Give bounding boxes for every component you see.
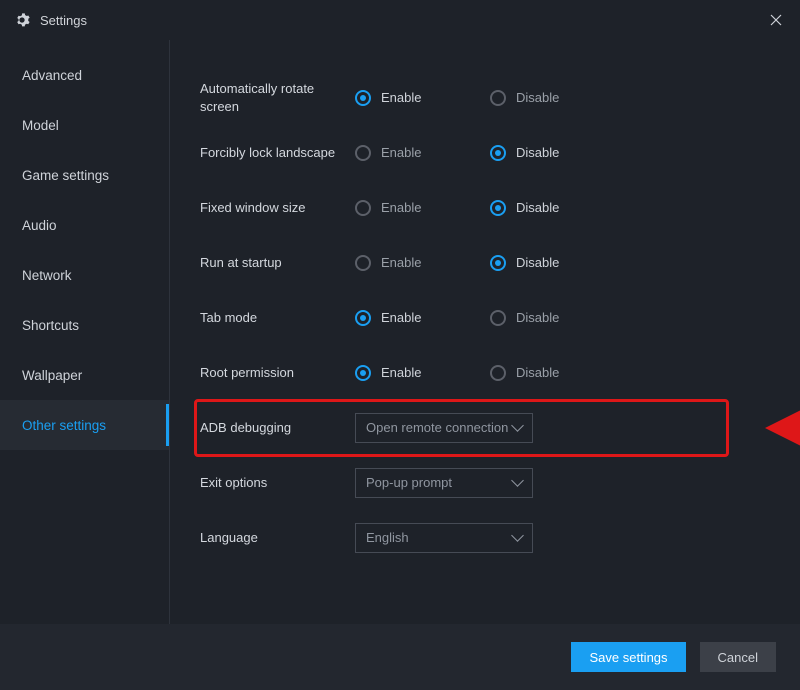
- radio-enable[interactable]: Enable: [355, 255, 450, 271]
- chevron-down-icon: [511, 419, 524, 432]
- radio-enable[interactable]: Enable: [355, 365, 450, 381]
- content: Automatically rotate screen Enable Disable…: [170, 40, 800, 624]
- radio-label: Disable: [516, 310, 559, 325]
- gear-icon: [14, 12, 30, 28]
- setting-label: Fixed window size: [200, 199, 355, 217]
- setting-label: ADB debugging: [200, 419, 355, 437]
- radio-group: Enable Disable: [355, 365, 585, 381]
- radio-label: Enable: [381, 365, 421, 380]
- radio-enable[interactable]: Enable: [355, 145, 450, 161]
- setting-row: Root permission Enable Disable: [200, 345, 770, 400]
- setting-label: Language: [200, 529, 355, 547]
- close-icon: [770, 14, 782, 26]
- radio-group: Enable Disable: [355, 90, 585, 106]
- radio-disable[interactable]: Disable: [490, 365, 585, 381]
- sidebar-shortcuts[interactable]: Shortcuts: [0, 300, 169, 350]
- radio-group: Enable Disable: [355, 310, 585, 326]
- radio-dot: [490, 365, 506, 381]
- radio-dot: [355, 200, 371, 216]
- radio-label: Enable: [381, 310, 421, 325]
- sidebar-advanced[interactable]: Advanced: [0, 50, 169, 100]
- radio-label: Enable: [381, 90, 421, 105]
- radio-label: Disable: [516, 145, 559, 160]
- radio-dot: [490, 145, 506, 161]
- setting-row: Forcibly lock landscape Enable Disable: [200, 125, 770, 180]
- sidebar-other-settings[interactable]: Other settings: [0, 400, 169, 450]
- window-title: Settings: [40, 13, 87, 28]
- setting-row: Run at startup Enable Disable: [200, 235, 770, 290]
- radio-dot: [355, 90, 371, 106]
- setting-row: Language English: [200, 510, 770, 565]
- radio-dot: [490, 255, 506, 271]
- radio-disable[interactable]: Disable: [490, 200, 585, 216]
- radio-dot: [355, 310, 371, 326]
- setting-row: ADB debugging Open remote connection: [200, 400, 770, 455]
- radio-dot: [490, 200, 506, 216]
- dropdown[interactable]: English: [355, 523, 533, 553]
- radio-disable[interactable]: Disable: [490, 90, 585, 106]
- setting-row: Exit options Pop-up prompt: [200, 455, 770, 510]
- setting-label: Forcibly lock landscape: [200, 144, 355, 162]
- radio-group: Enable Disable: [355, 145, 585, 161]
- setting-label: Exit options: [200, 474, 355, 492]
- radio-enable[interactable]: Enable: [355, 200, 450, 216]
- titlebar: Settings: [0, 0, 800, 40]
- chevron-down-icon: [511, 474, 524, 487]
- radio-dot: [355, 365, 371, 381]
- radio-group: Enable Disable: [355, 200, 585, 216]
- setting-row: Tab mode Enable Disable: [200, 290, 770, 345]
- dropdown[interactable]: Pop-up prompt: [355, 468, 533, 498]
- radio-disable[interactable]: Disable: [490, 145, 585, 161]
- radio-label: Disable: [516, 90, 559, 105]
- dropdown-value: Open remote connection: [366, 420, 508, 435]
- radio-label: Disable: [516, 200, 559, 215]
- sidebar-game-settings[interactable]: Game settings: [0, 150, 169, 200]
- setting-row: Fixed window size Enable Disable: [200, 180, 770, 235]
- chevron-down-icon: [511, 529, 524, 542]
- setting-label: Run at startup: [200, 254, 355, 272]
- radio-enable[interactable]: Enable: [355, 90, 450, 106]
- setting-label: Automatically rotate screen: [200, 80, 355, 115]
- radio-label: Enable: [381, 200, 421, 215]
- sidebar: AdvancedModelGame settingsAudioNetworkSh…: [0, 40, 170, 624]
- radio-dot: [490, 90, 506, 106]
- setting-row: Automatically rotate screen Enable Disable: [200, 70, 770, 125]
- dropdown-value: Pop-up prompt: [366, 475, 452, 490]
- radio-label: Disable: [516, 365, 559, 380]
- radio-group: Enable Disable: [355, 255, 585, 271]
- radio-dot: [355, 255, 371, 271]
- save-button[interactable]: Save settings: [571, 642, 685, 672]
- radio-label: Enable: [381, 145, 421, 160]
- radio-label: Disable: [516, 255, 559, 270]
- close-button[interactable]: [764, 6, 788, 35]
- sidebar-model[interactable]: Model: [0, 100, 169, 150]
- radio-disable[interactable]: Disable: [490, 310, 585, 326]
- dropdown-value: English: [366, 530, 409, 545]
- setting-label: Root permission: [200, 364, 355, 382]
- sidebar-network[interactable]: Network: [0, 250, 169, 300]
- footer: Save settings Cancel: [0, 624, 800, 690]
- radio-label: Enable: [381, 255, 421, 270]
- sidebar-audio[interactable]: Audio: [0, 200, 169, 250]
- dropdown[interactable]: Open remote connection: [355, 413, 533, 443]
- radio-dot: [490, 310, 506, 326]
- radio-disable[interactable]: Disable: [490, 255, 585, 271]
- radio-enable[interactable]: Enable: [355, 310, 450, 326]
- radio-dot: [355, 145, 371, 161]
- setting-label: Tab mode: [200, 309, 355, 327]
- sidebar-wallpaper[interactable]: Wallpaper: [0, 350, 169, 400]
- cancel-button[interactable]: Cancel: [700, 642, 776, 672]
